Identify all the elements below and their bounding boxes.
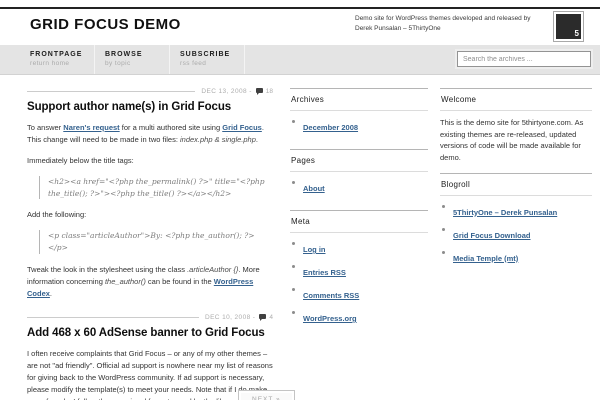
nav-item-sublabel: rss feed xyxy=(180,60,244,67)
top-border-rule xyxy=(0,7,600,9)
text-run: I often receive complaints that Grid Foc… xyxy=(27,349,273,400)
widget-list-item: Log in xyxy=(290,239,428,257)
text-run: . xyxy=(50,289,52,298)
code-block: <h2><a href="<?php the_permalink() ?>" t… xyxy=(39,176,273,199)
sidebar-link[interactable]: WordPress.org xyxy=(303,314,357,323)
nav-item[interactable]: FRONTPAGE return home xyxy=(20,45,95,74)
next-page-button[interactable]: NEXT » xyxy=(238,390,295,400)
text-run: <p class="articleAuthor">By: <?php the_a… xyxy=(48,231,255,252)
post: DEC 10, 2008 - 4 Add 468 x 60 AdSense ba… xyxy=(27,314,273,400)
post-meta: DEC 10, 2008 - 4 xyxy=(27,314,273,321)
text-run: can be found in the xyxy=(146,277,214,286)
widget-body: Log in Entries RSS Comments RSS WordPress.o… xyxy=(290,233,428,333)
widget-list-item: Comments RSS xyxy=(290,285,428,303)
text-run: Tweak the look in the stylesheet using t… xyxy=(27,265,187,274)
widget-list-item: WordPress.org xyxy=(290,308,428,326)
widget-link-list: Log in Entries RSS Comments RSS WordPress.o… xyxy=(290,233,428,333)
post-meta: DEC 13, 2008 - 18 xyxy=(27,88,273,95)
widget-list-item: Media Temple (mt) xyxy=(440,248,592,266)
sidebar-link[interactable]: Log in xyxy=(303,245,326,254)
meta-rule xyxy=(27,317,199,318)
post-title[interactable]: Support author name(s) in Grid Focus xyxy=(27,101,273,113)
nav-item[interactable]: BROWSE by topic xyxy=(95,45,170,74)
emphasis-text: .articleAuthor {} xyxy=(187,265,238,274)
site-title[interactable]: GRID FOCUS DEMO xyxy=(30,16,181,33)
widget-text: This is the demo site for 5thirtyone.com… xyxy=(440,117,592,164)
inline-link[interactable]: Naren's request xyxy=(63,123,119,132)
sidebar-widget: Archives December 2008 xyxy=(290,88,428,142)
sidebar-widget: Blogroll 5ThirtyOne – Derek Punsalan Grid… xyxy=(440,173,592,273)
paragraph: I often receive complaints that Grid Foc… xyxy=(27,348,273,400)
text-run: for a multi authored site using xyxy=(120,123,223,132)
inline-link[interactable]: Grid Focus xyxy=(222,123,262,132)
post-date: DEC 10, 2008 - xyxy=(205,314,255,321)
site-description: Demo site for WordPress themes developed… xyxy=(355,14,547,34)
nav-item-label: FRONTPAGE xyxy=(30,51,94,58)
search-input[interactable] xyxy=(457,51,591,67)
sidebar-link[interactable]: About xyxy=(303,184,325,193)
text-run: . xyxy=(256,135,258,144)
widget-list-item: 5ThirtyOne – Derek Punsalan xyxy=(440,202,592,220)
widget-link-list: About xyxy=(290,172,428,203)
sidebar-link[interactable]: Grid Focus Download xyxy=(453,231,531,240)
sidebar-link[interactable]: Comments RSS xyxy=(303,291,359,300)
code-block: <p class="articleAuthor">By: <?php the_a… xyxy=(39,230,273,253)
paragraph: Add the following: xyxy=(27,209,273,221)
emphasis-text: the_author() xyxy=(105,277,146,286)
nav-item-label: BROWSE xyxy=(105,51,169,58)
text-run: Add the following: xyxy=(27,210,86,219)
sidebar-middle: Archives December 2008 Pages About Meta … xyxy=(290,88,428,340)
sidebar-link[interactable]: Entries RSS xyxy=(303,268,346,277)
widget-body: December 2008 xyxy=(290,111,428,142)
page: GRID FOCUS DEMO Demo site for WordPress … xyxy=(0,0,600,400)
main-nav: FRONTPAGE return home BROWSE by topic SU… xyxy=(0,45,600,75)
widget-list-item: About xyxy=(290,178,428,196)
post-body: I often receive complaints that Grid Foc… xyxy=(27,348,273,400)
site-logo[interactable]: 5 xyxy=(553,11,584,42)
widget-body: This is the demo site for 5thirtyone.com… xyxy=(440,117,592,164)
text-run: <h2><a href="<?php the_permalink() ?>" t… xyxy=(48,177,265,198)
nav-item[interactable]: SUBSCRIBE rss feed xyxy=(170,45,245,74)
widget-heading: Archives xyxy=(290,88,428,111)
sidebar-widget: Pages About xyxy=(290,149,428,203)
widget-heading: Pages xyxy=(290,149,428,172)
sidebar-right: Welcome This is the demo site for 5thirt… xyxy=(440,88,592,280)
nav-item-sublabel: by topic xyxy=(105,60,169,67)
posts-column: DEC 13, 2008 - 18 Support author name(s)… xyxy=(27,88,273,400)
widget-list-item: Grid Focus Download xyxy=(440,225,592,243)
widget-heading: Meta xyxy=(290,210,428,233)
meta-rule xyxy=(27,91,195,92)
text-run: To answer xyxy=(27,123,63,132)
text-run: Immediately below the title tags: xyxy=(27,156,134,165)
post: DEC 13, 2008 - 18 Support author name(s)… xyxy=(27,88,273,300)
sidebar-widget: Welcome This is the demo site for 5thirt… xyxy=(440,88,592,164)
post-date: DEC 13, 2008 - xyxy=(201,88,251,95)
emphasis-text: index.php & single.php xyxy=(180,135,256,144)
widget-body: About xyxy=(290,172,428,203)
comment-count[interactable]: 4 xyxy=(269,314,273,321)
paragraph: Immediately below the title tags: xyxy=(27,155,273,167)
paragraph: To answer Naren's request for a multi au… xyxy=(27,122,273,146)
widget-list-item: December 2008 xyxy=(290,117,428,135)
widget-heading: Blogroll xyxy=(440,173,592,196)
sidebar-link[interactable]: 5ThirtyOne – Derek Punsalan xyxy=(453,208,557,217)
widget-link-list: December 2008 xyxy=(290,111,428,142)
sidebar-widget: Meta Log in Entries RSS Comments RSS WordPr… xyxy=(290,210,428,333)
logo-number: 5 xyxy=(575,29,579,38)
widget-list-item: Entries RSS xyxy=(290,262,428,280)
paragraph: Tweak the look in the stylesheet using t… xyxy=(27,264,273,300)
sidebar-link[interactable]: December 2008 xyxy=(303,123,358,132)
comment-count[interactable]: 18 xyxy=(266,88,273,95)
widget-body: 5ThirtyOne – Derek Punsalan Grid Focus Do… xyxy=(440,196,592,273)
nav-item-sublabel: return home xyxy=(30,60,94,67)
post-title[interactable]: Add 468 x 60 AdSense banner to Grid Focu… xyxy=(27,327,273,339)
logo-square-icon: 5 xyxy=(556,14,581,39)
nav-item-label: SUBSCRIBE xyxy=(180,51,244,58)
widget-heading: Welcome xyxy=(440,88,592,111)
post-body: To answer Naren's request for a multi au… xyxy=(27,122,273,300)
comment-bubble-icon[interactable] xyxy=(259,314,266,319)
widget-link-list: 5ThirtyOne – Derek Punsalan Grid Focus Do… xyxy=(440,196,592,273)
sidebar-link[interactable]: Media Temple (mt) xyxy=(453,254,518,263)
comment-bubble-icon[interactable] xyxy=(256,88,263,93)
